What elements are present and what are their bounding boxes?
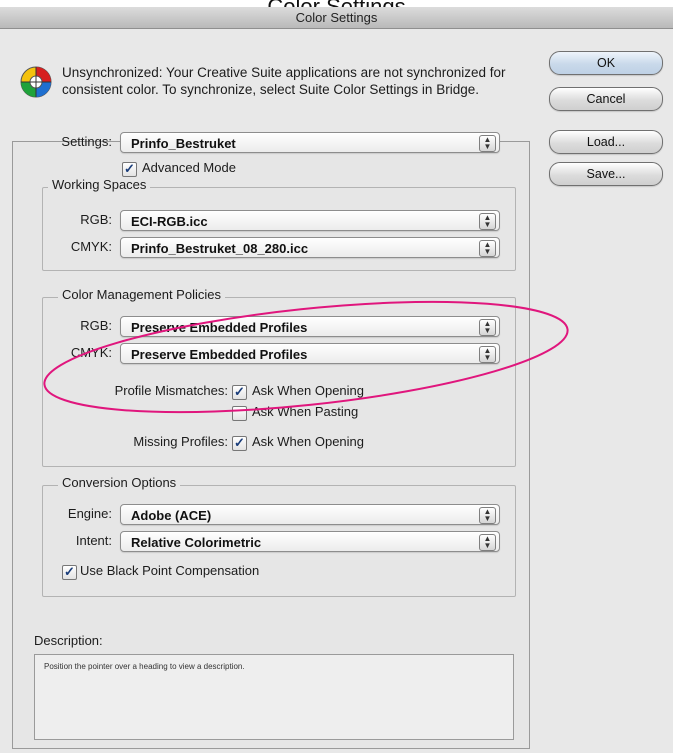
select-stepper-icon: ▲ ▼ bbox=[479, 346, 496, 363]
profile-mismatches-label: Profile Mismatches: bbox=[114, 383, 228, 398]
working-rgb-label: RGB: bbox=[80, 212, 112, 227]
policy-cmyk-value: Preserve Embedded Profiles bbox=[131, 347, 308, 362]
engine-select[interactable]: Adobe (ACE) ▲ ▼ bbox=[120, 504, 500, 525]
select-stepper-icon: ▲ ▼ bbox=[479, 240, 496, 257]
advanced-mode-label: Advanced Mode bbox=[142, 160, 236, 175]
missing-profiles-label: Missing Profiles: bbox=[133, 434, 228, 449]
settings-label: Settings: bbox=[61, 134, 112, 149]
black-point-compensation-label: Use Black Point Compensation bbox=[80, 563, 260, 578]
window-title: Color Settings bbox=[0, 7, 673, 29]
ask-when-opening-checkbox[interactable]: ✓ bbox=[232, 385, 247, 400]
advanced-mode-checkbox[interactable]: ✓ bbox=[122, 162, 137, 177]
policy-cmyk-select[interactable]: Preserve Embedded Profiles ▲ ▼ bbox=[120, 343, 500, 364]
working-spaces-title: Working Spaces bbox=[48, 177, 151, 192]
working-rgb-value: ECI-RGB.icc bbox=[131, 214, 208, 229]
working-rgb-select[interactable]: ECI-RGB.icc ▲ ▼ bbox=[120, 210, 500, 231]
policy-cmyk-label: CMYK: bbox=[70, 345, 112, 360]
description-label: Description: bbox=[34, 633, 103, 648]
policy-rgb-select[interactable]: Preserve Embedded Profiles ▲ ▼ bbox=[120, 316, 500, 337]
color-management-policies-title: Color Management Policies bbox=[58, 287, 225, 302]
ask-when-opening-label: Ask When Opening bbox=[252, 383, 365, 398]
intent-select[interactable]: Relative Colorimetric ▲ ▼ bbox=[120, 531, 500, 552]
select-stepper-icon: ▲ ▼ bbox=[479, 135, 496, 152]
color-settings-dialog: Unsynchronized: Your Creative Suite appl… bbox=[0, 29, 673, 753]
select-stepper-icon: ▲ ▼ bbox=[479, 507, 496, 524]
working-cmyk-label: CMYK: bbox=[70, 239, 112, 254]
description-text: Position the pointer over a heading to v… bbox=[44, 662, 245, 671]
color-wheel-warning-icon bbox=[20, 66, 52, 98]
ask-when-pasting-label: Ask When Pasting bbox=[252, 404, 359, 419]
policy-rgb-value: Preserve Embedded Profiles bbox=[131, 320, 308, 335]
save-button[interactable]: Save... bbox=[549, 162, 663, 186]
select-stepper-icon: ▲ ▼ bbox=[479, 213, 496, 230]
missing-ask-when-opening-checkbox[interactable]: ✓ bbox=[232, 436, 247, 451]
settings-select[interactable]: Prinfo_Bestruket ▲ ▼ bbox=[120, 132, 500, 153]
unsynchronized-warning-text: Unsynchronized: Your Creative Suite appl… bbox=[62, 65, 506, 97]
ask-when-pasting-checkbox[interactable] bbox=[232, 406, 247, 421]
intent-label: Intent: bbox=[75, 533, 112, 548]
working-cmyk-value: Prinfo_Bestruket_08_280.icc bbox=[131, 241, 309, 256]
select-stepper-icon: ▲ ▼ bbox=[479, 534, 496, 551]
black-point-compensation-checkbox[interactable]: ✓ bbox=[62, 565, 77, 580]
policy-rgb-label: RGB: bbox=[80, 318, 112, 333]
select-stepper-icon: ▲ ▼ bbox=[479, 319, 496, 336]
cancel-button[interactable]: Cancel bbox=[549, 87, 663, 111]
conversion-options-title: Conversion Options bbox=[58, 475, 181, 490]
intent-value: Relative Colorimetric bbox=[131, 535, 262, 550]
missing-ask-when-opening-label: Ask When Opening bbox=[252, 434, 365, 449]
engine-label: Engine: bbox=[67, 506, 112, 521]
engine-value: Adobe (ACE) bbox=[131, 508, 212, 523]
settings-value: Prinfo_Bestruket bbox=[131, 136, 236, 151]
working-cmyk-select[interactable]: Prinfo_Bestruket_08_280.icc ▲ ▼ bbox=[120, 237, 500, 258]
load-button[interactable]: Load... bbox=[549, 130, 663, 154]
ok-button[interactable]: OK bbox=[549, 51, 663, 75]
